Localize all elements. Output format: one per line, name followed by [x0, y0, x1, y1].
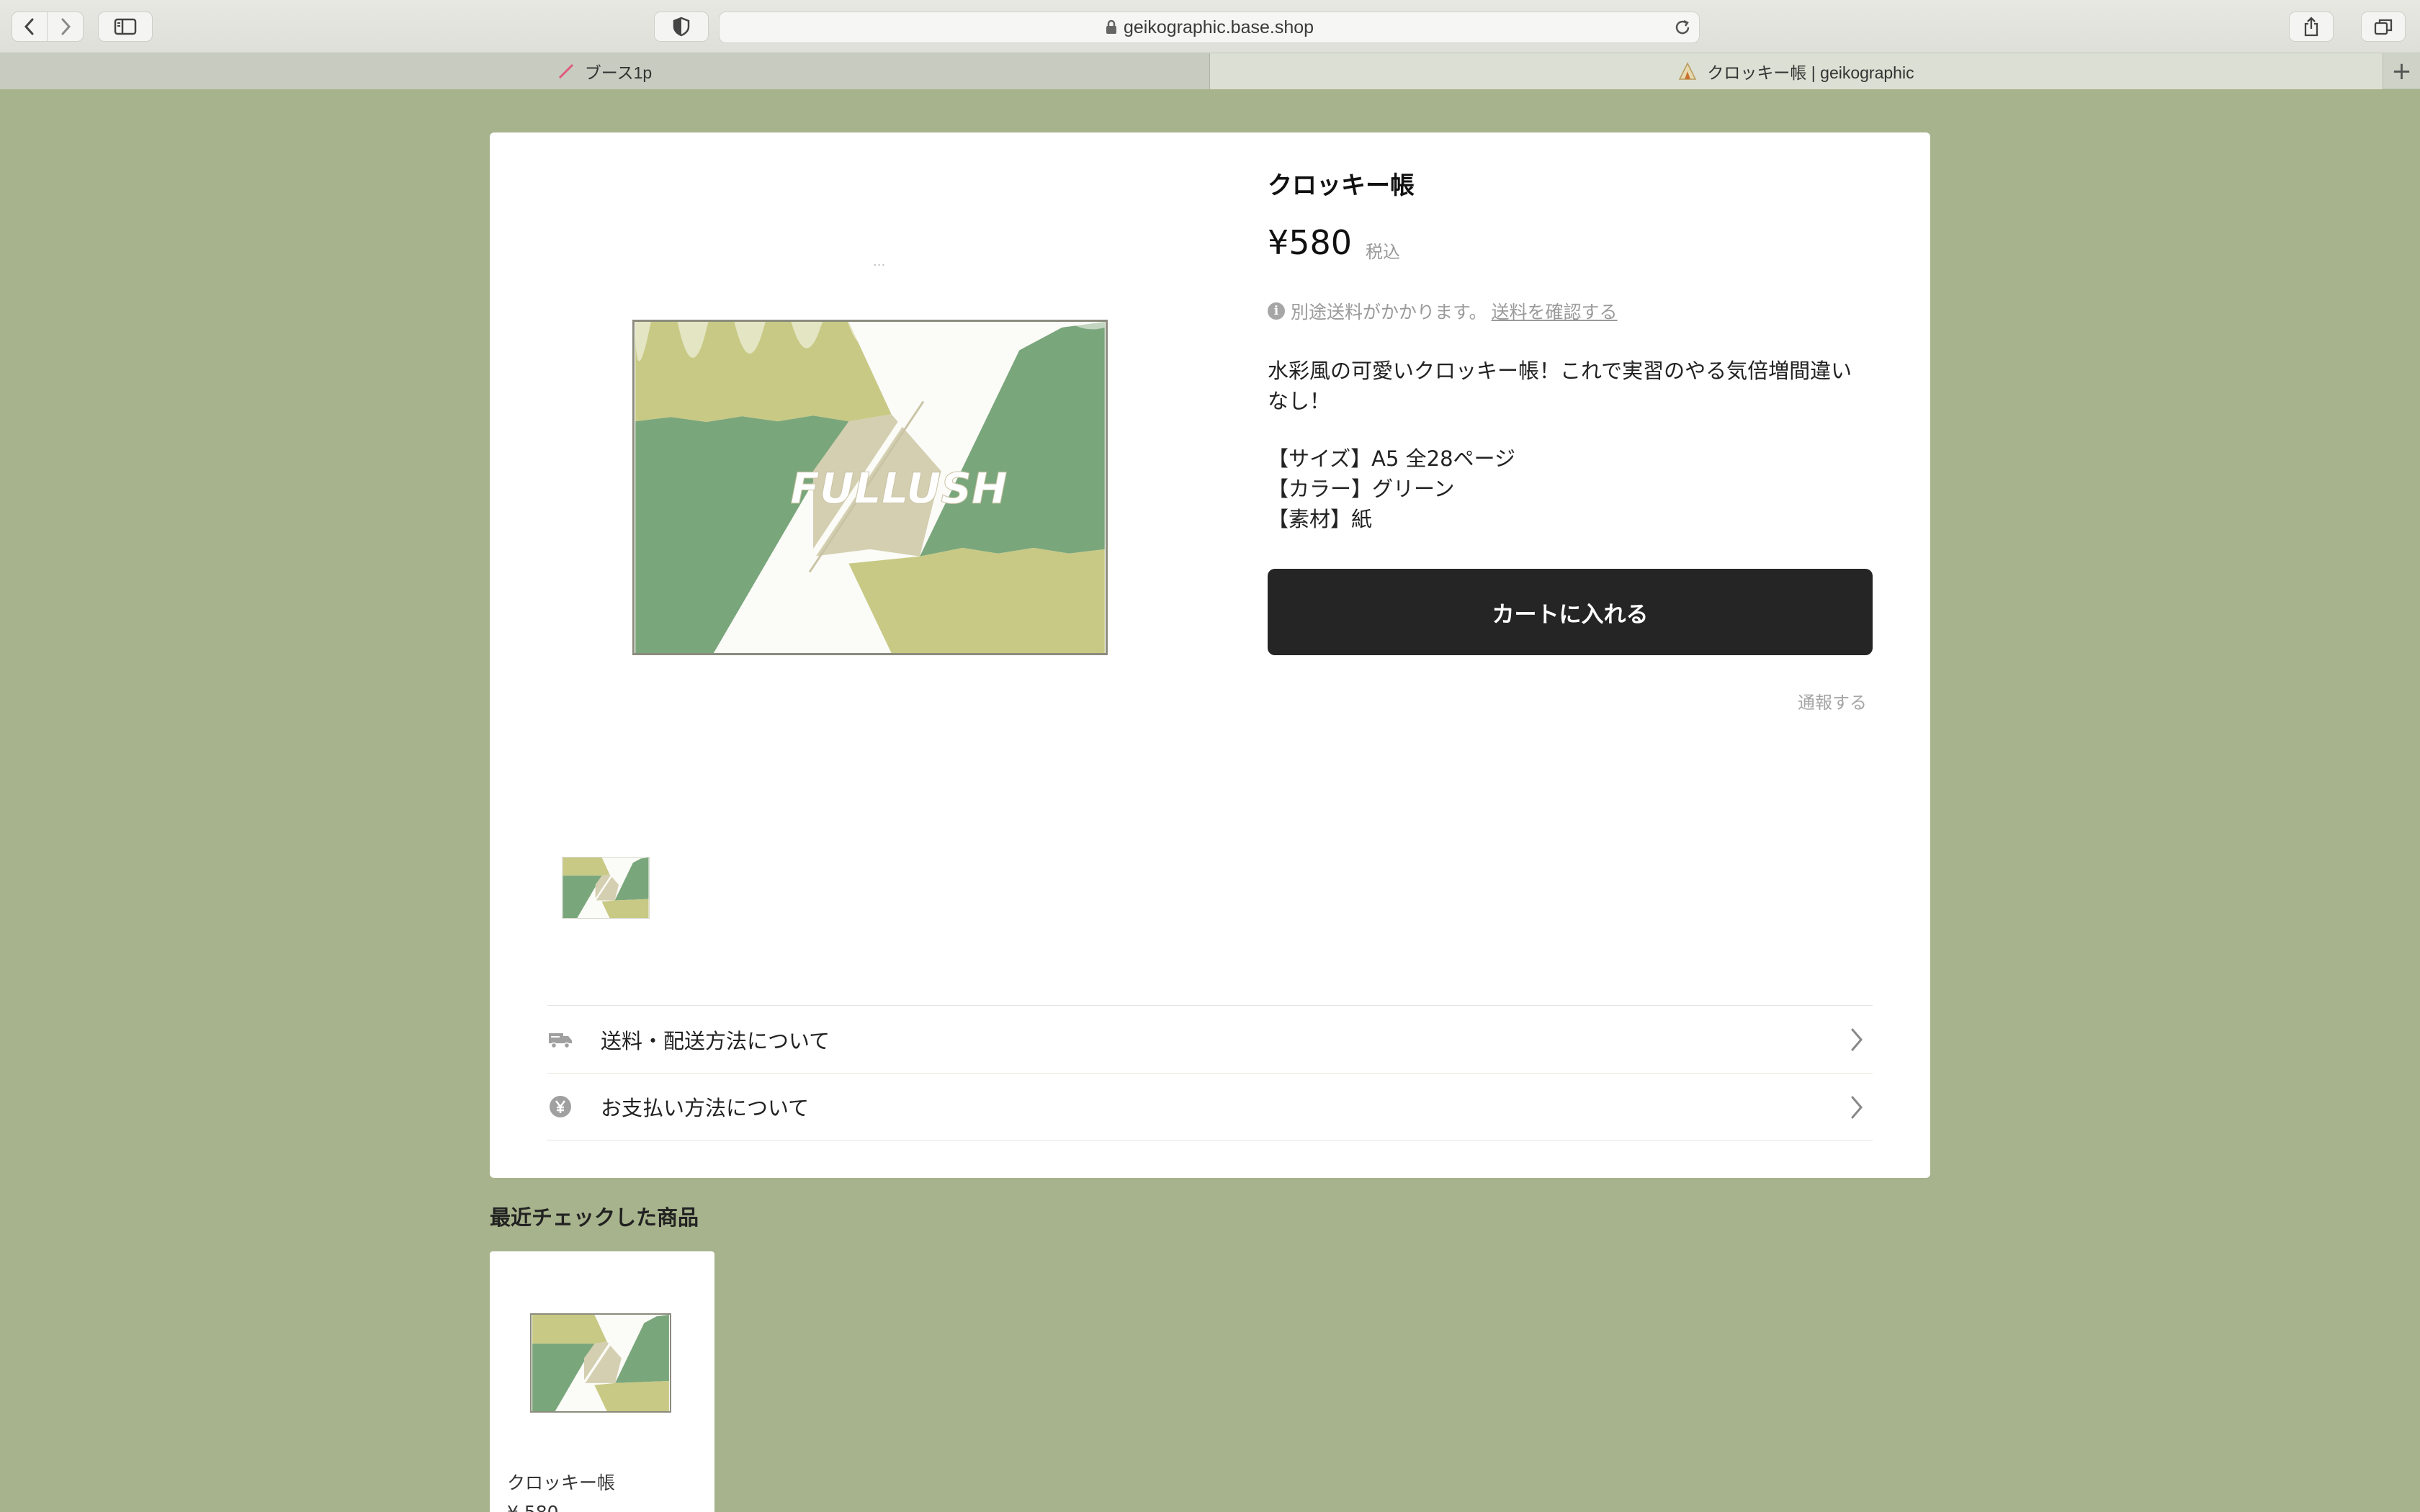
recent-item-price: ¥ 580: [507, 1502, 559, 1512]
product-price: ¥580: [1268, 223, 1353, 262]
sidebar-toggle-button[interactable]: [98, 12, 153, 42]
shipping-note: i 別途送料がかかります。 送料を確認する: [1268, 298, 1618, 324]
product-main-image[interactable]: FULLUSH: [632, 320, 1108, 655]
product-description: 水彩風の可愛いクロッキー帳！これで実習のやる気倍増間違いなし！: [1268, 359, 1852, 413]
shipping-note-text: 別途送料がかかります。: [1291, 302, 1487, 323]
info-row-label: お支払い方法について: [601, 1096, 810, 1120]
address-bar[interactable]: geikographic.base.shop: [719, 12, 1700, 43]
forward-button[interactable]: [48, 12, 84, 42]
tab-title: ブース1p: [584, 63, 653, 82]
share-icon: [2304, 17, 2318, 37]
artwork-logo-text: FULLUSH: [790, 464, 1007, 513]
tent-favicon-icon: [1679, 62, 1697, 80]
shipping-info-row[interactable]: 送料・配送方法について: [547, 1005, 1873, 1073]
new-tab-button[interactable]: +: [2383, 53, 2420, 89]
tab-bar: ブース1p クロッキー帳 | geikographic +: [0, 53, 2420, 89]
recent-item-card[interactable]: クロッキー帳 ¥ 580: [490, 1251, 714, 1512]
browser-toolbar: geikographic.base.shop: [0, 0, 2420, 53]
spec-material: 【素材】紙: [1268, 507, 1373, 531]
privacy-report-button[interactable]: [654, 12, 709, 42]
tabs-overview-icon: [2374, 19, 2393, 35]
shipping-check-link[interactable]: 送料を確認する: [1492, 298, 1618, 324]
lock-icon: [1106, 19, 1116, 34]
share-button[interactable]: [2289, 12, 2334, 42]
product-title: クロッキー帳: [1268, 171, 1415, 200]
shield-icon: [673, 17, 690, 37]
slash-favicon-icon: [558, 63, 573, 79]
truck-icon: [547, 1027, 573, 1053]
image-pager-dots: ···: [873, 258, 886, 273]
product-thumbnail[interactable]: [562, 857, 650, 919]
report-link[interactable]: 通報する: [1798, 688, 1867, 714]
tax-label: 税込: [1366, 242, 1400, 262]
back-button[interactable]: [12, 12, 48, 42]
thumbnail-artwork: [563, 858, 649, 918]
recent-item-image: [530, 1313, 671, 1413]
info-icon: i: [1268, 302, 1285, 320]
tab-product[interactable]: クロッキー帳 | geikographic: [1210, 53, 2383, 89]
chevron-right-icon: [1851, 1028, 1863, 1051]
recent-item-name: クロッキー帳: [507, 1472, 616, 1493]
add-to-cart-button[interactable]: カートに入れる: [1268, 569, 1873, 655]
recent-item-artwork: [532, 1315, 669, 1411]
sidebar-icon: [114, 18, 137, 35]
info-row-label: 送料・配送方法について: [601, 1028, 830, 1053]
chevron-left-icon: [24, 18, 34, 35]
tab-booth[interactable]: ブース1p: [0, 53, 1210, 89]
tab-title: クロッキー帳 | geikographic: [1707, 63, 1914, 82]
yen-icon: [547, 1094, 573, 1120]
chevron-right-icon: [1851, 1096, 1863, 1119]
chevron-right-icon: [61, 18, 71, 35]
recent-heading: 最近チェックした商品: [490, 1205, 699, 1230]
reload-icon[interactable]: [1673, 18, 1692, 37]
product-artwork: FULLUSH: [635, 322, 1105, 653]
url-text: geikographic.base.shop: [1123, 17, 1314, 37]
payment-info-row[interactable]: お支払い方法について: [547, 1073, 1873, 1140]
spec-color: 【カラー】グリーン: [1268, 477, 1455, 501]
spec-size: 【サイズ】A5 全28ページ: [1268, 446, 1515, 471]
tab-overview-button[interactable]: [2361, 12, 2406, 42]
